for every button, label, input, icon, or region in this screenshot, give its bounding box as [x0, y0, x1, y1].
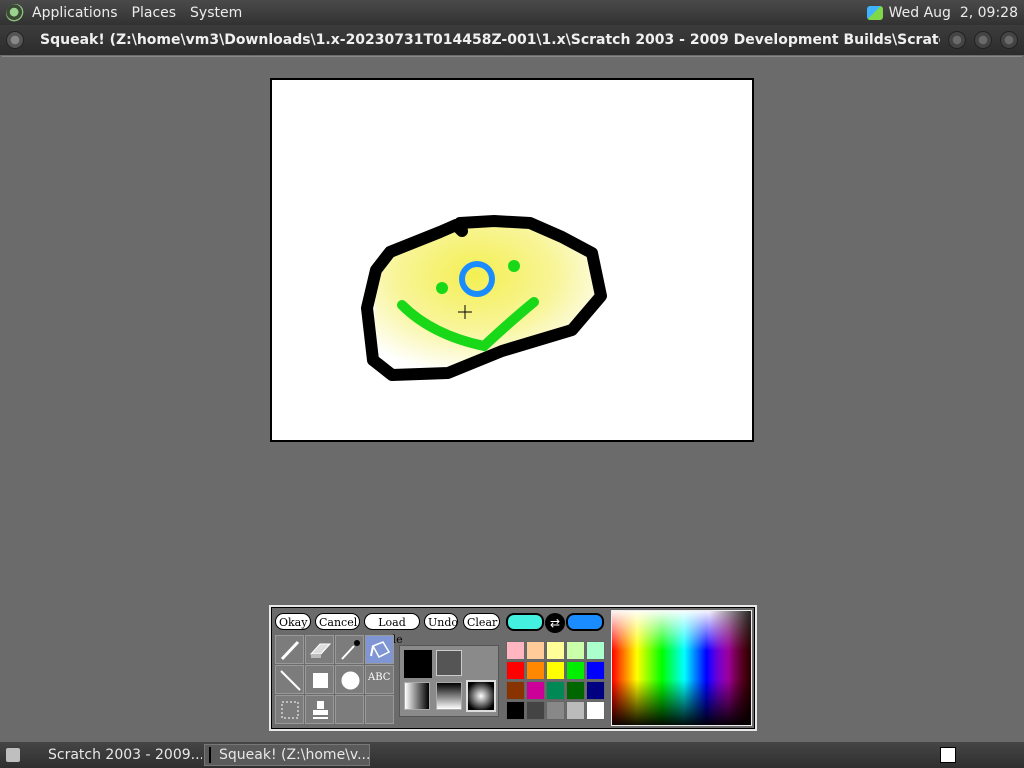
color-swatch[interactable] [526, 701, 545, 720]
task-label: Scratch 2003 - 2009... [48, 747, 202, 763]
gradient-horizontal-option[interactable] [404, 682, 430, 710]
window-title: Squeak! (Z:\home\vm3\Downloads\1.x-20230… [40, 32, 940, 48]
color-swatch[interactable] [506, 641, 525, 660]
select-icon [281, 701, 299, 719]
color-swatch[interactable] [526, 661, 545, 680]
gradient-vertical-option[interactable] [436, 682, 462, 710]
window-menu-icon[interactable] [6, 31, 24, 49]
color-swatch[interactable] [566, 641, 585, 660]
eyedropper-icon [341, 640, 360, 660]
eyedropper-tool[interactable] [335, 635, 364, 664]
rectangle-tool[interactable] [305, 665, 334, 694]
top-panel: Applications Places System Wed Aug 2, 09… [0, 0, 1024, 25]
color-swatch[interactable] [586, 641, 605, 660]
text-icon: ABC [368, 672, 391, 683]
color-swatch[interactable] [566, 661, 585, 680]
menu-system[interactable]: System [190, 5, 242, 21]
menu-applications[interactable]: Applications [32, 5, 118, 21]
eye-left [436, 282, 448, 294]
select-tool[interactable] [275, 695, 304, 724]
color-swatch[interactable] [566, 681, 585, 700]
clock[interactable]: Wed Aug 2, 09:28 [889, 5, 1018, 21]
paint-canvas[interactable] [270, 78, 754, 442]
color-swatch[interactable] [546, 641, 565, 660]
load-file-button[interactable]: Load File [364, 613, 420, 646]
close-icon[interactable] [1000, 31, 1018, 49]
color-spectrum-picker[interactable] [611, 610, 752, 726]
paint-palette: Okay Cancel Load File Undo Clear ⇄ ABC [269, 605, 757, 731]
empty-tool-slot [365, 695, 394, 724]
task-squeak[interactable]: Squeak! (Z:\home\v... [204, 744, 370, 766]
eye-right [508, 260, 520, 272]
ellipse-icon [341, 671, 360, 690]
line-icon [280, 670, 301, 691]
color-swatch[interactable] [546, 681, 565, 700]
tool-options-panel [399, 645, 499, 717]
ellipse-tool[interactable] [335, 665, 364, 694]
primary-color[interactable] [506, 613, 544, 631]
network-icon[interactable] [866, 5, 883, 20]
color-swatch[interactable] [586, 701, 605, 720]
undo-button[interactable]: Undo [424, 613, 458, 630]
tray-squeak[interactable] [938, 744, 960, 766]
stamp-icon [313, 701, 328, 719]
fill-bucket-icon [370, 641, 391, 658]
gradient-radial-option[interactable] [466, 680, 496, 712]
eraser-tool[interactable] [305, 635, 334, 664]
secondary-color[interactable] [566, 613, 604, 631]
squeak-tray-icon [940, 747, 956, 763]
menu-places[interactable]: Places [132, 5, 177, 21]
color-swatch[interactable] [506, 701, 525, 720]
stamp-tool[interactable] [305, 695, 334, 724]
cancel-button[interactable]: Cancel [315, 613, 360, 630]
rectangle-icon [313, 673, 328, 688]
task-scratch-folder[interactable]: Scratch 2003 - 2009... [36, 744, 202, 766]
empty-tool-slot [335, 695, 364, 724]
bottom-taskbar: Scratch 2003 - 2009... Squeak! (Z:\home\… [0, 742, 1024, 768]
minimize-icon[interactable] [948, 31, 966, 49]
squeak-icon [209, 747, 211, 763]
panel-tray: Wed Aug 2, 09:28 [866, 5, 1024, 21]
color-swatch[interactable] [526, 641, 545, 660]
drawing [361, 215, 607, 381]
window-titlebar[interactable]: Squeak! (Z:\home\vm3\Downloads\1.x-20230… [0, 25, 1024, 55]
color-swatch[interactable] [506, 681, 525, 700]
brush-size-preview[interactable] [404, 650, 432, 678]
paintbrush-icon [280, 640, 300, 661]
clear-button[interactable]: Clear [463, 613, 500, 630]
desktop-icon [6, 748, 20, 762]
color-swatch[interactable] [546, 661, 565, 680]
color-swatch[interactable] [506, 661, 525, 680]
fill-bucket-tool[interactable] [365, 635, 394, 664]
okay-button[interactable]: Okay [275, 613, 311, 630]
eraser-icon [309, 643, 332, 658]
eraser-option-icon[interactable] [436, 650, 462, 676]
color-swatch[interactable] [586, 681, 605, 700]
color-swatch[interactable] [526, 681, 545, 700]
show-desktop-button[interactable] [2, 744, 28, 766]
maximize-icon[interactable] [974, 31, 992, 49]
swap-colors-icon[interactable]: ⇄ [545, 613, 565, 633]
distro-logo-icon[interactable] [6, 3, 24, 22]
color-swatch[interactable] [546, 701, 565, 720]
text-tool[interactable]: ABC [365, 665, 394, 694]
color-swatch[interactable] [586, 661, 605, 680]
line-tool[interactable] [275, 665, 304, 694]
color-swatch[interactable] [566, 701, 585, 720]
paintbrush-tool[interactable] [275, 635, 304, 664]
task-label: Squeak! (Z:\home\v... [219, 747, 370, 763]
